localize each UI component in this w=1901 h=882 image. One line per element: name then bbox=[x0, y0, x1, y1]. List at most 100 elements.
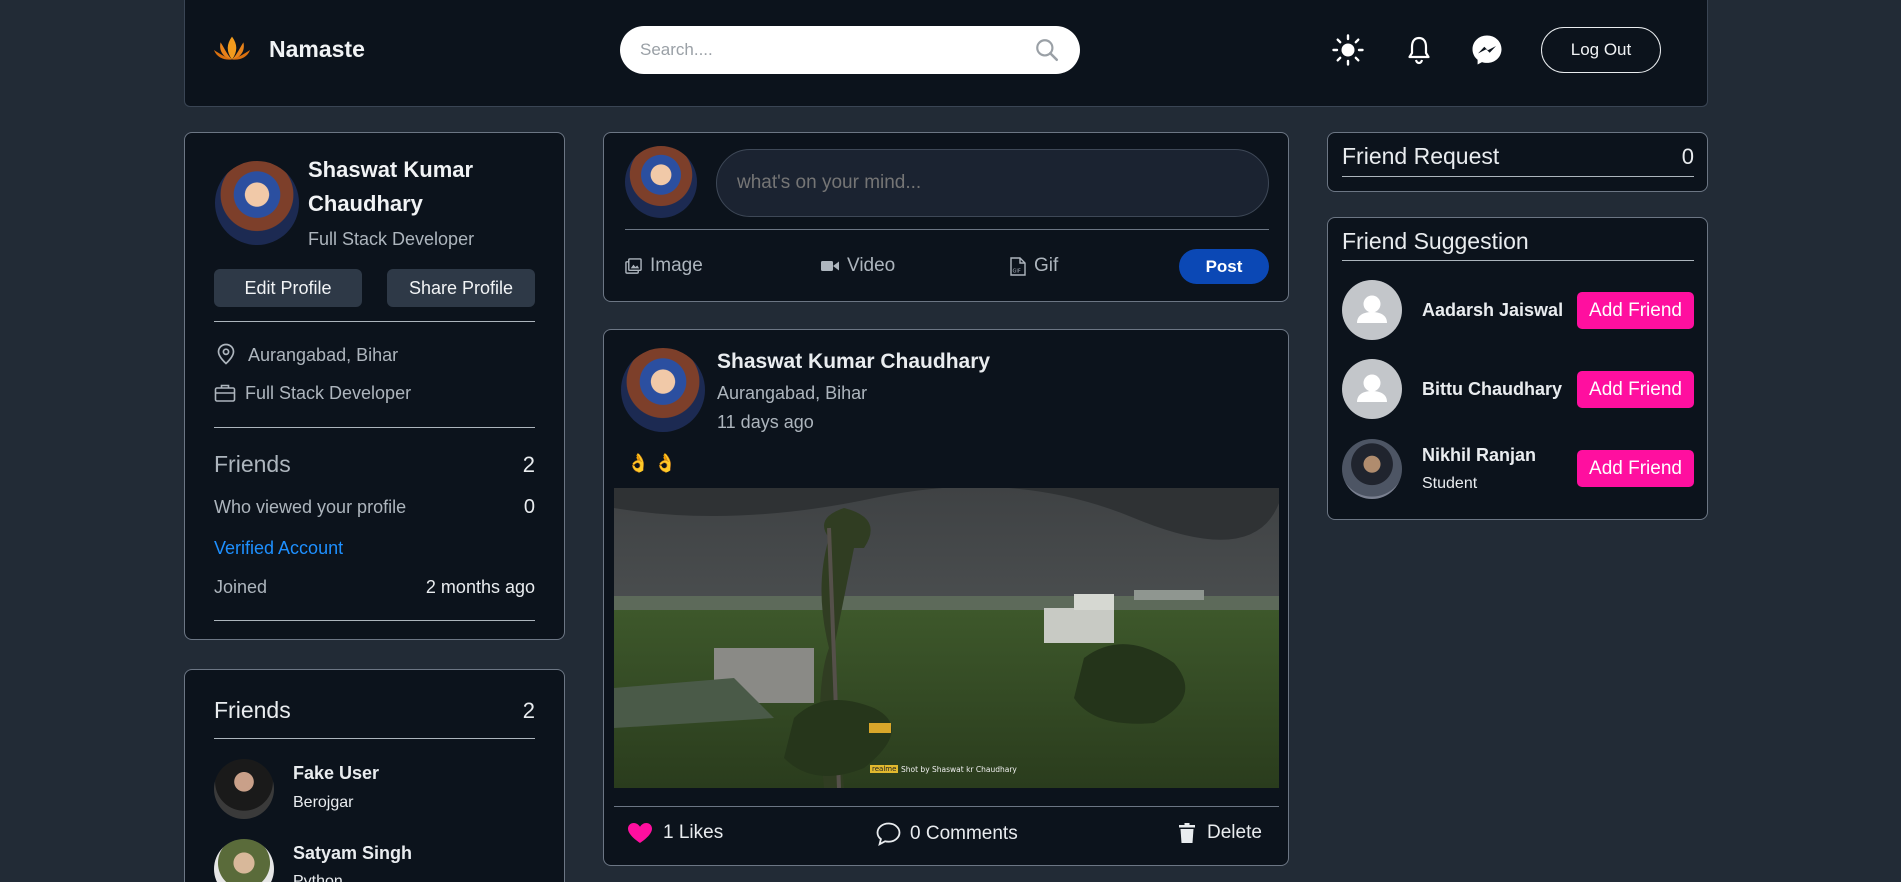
friends-card-header: Friends 2 bbox=[214, 697, 535, 724]
friend-suggestion-title: Friend Suggestion bbox=[1342, 228, 1529, 254]
suggestion-avatar[interactable] bbox=[1342, 359, 1402, 419]
share-profile-button[interactable]: Share Profile bbox=[387, 269, 535, 307]
post-text: 👌 👌 bbox=[627, 453, 677, 473]
top-navbar: Namaste Log Out bbox=[184, 0, 1708, 107]
joined-value: 2 months ago bbox=[425, 577, 535, 597]
divider bbox=[614, 806, 1279, 807]
sun-icon[interactable] bbox=[1332, 34, 1364, 66]
friend-request-title: Friend Request bbox=[1342, 143, 1500, 169]
gif-option[interactable]: GIF Gif bbox=[1010, 255, 1058, 277]
heart-icon bbox=[628, 823, 652, 843]
video-option-label: Video bbox=[847, 255, 896, 276]
gif-file-icon: GIF bbox=[1010, 256, 1026, 276]
profile-views-row: Who viewed your profile 0 bbox=[214, 496, 535, 519]
divider bbox=[214, 738, 535, 739]
user-placeholder-icon bbox=[1357, 295, 1387, 323]
post-composer: Image Video GIF Gif Post bbox=[603, 132, 1289, 302]
messenger-icon[interactable] bbox=[1471, 34, 1503, 66]
divider bbox=[214, 620, 535, 621]
trash-icon bbox=[1179, 823, 1195, 843]
profile-occupation: Full Stack Developer bbox=[245, 383, 412, 403]
friend-avatar[interactable] bbox=[214, 839, 274, 882]
watermark-brand: realme bbox=[870, 765, 899, 773]
suggestion-avatar[interactable] bbox=[1342, 280, 1402, 340]
joined-label: Joined bbox=[214, 577, 268, 597]
post-card: Shaswat Kumar Chaudhary Aurangabad, Biha… bbox=[603, 329, 1289, 866]
post-author-name[interactable]: Shaswat Kumar Chaudhary bbox=[717, 350, 990, 374]
delete-button[interactable]: Delete bbox=[1179, 822, 1262, 844]
profile-views-count: 0 bbox=[523, 496, 535, 518]
friends-stat-count: 2 bbox=[522, 451, 535, 477]
brand[interactable]: Namaste bbox=[213, 34, 365, 64]
search-input[interactable] bbox=[640, 40, 1034, 60]
profile-name-line1: Shaswat Kumar bbox=[308, 157, 474, 182]
post-author-avatar[interactable] bbox=[621, 348, 705, 432]
friend-request-header: Friend Request 0 bbox=[1342, 143, 1694, 170]
comment-button[interactable]: 0 Comments bbox=[876, 822, 1018, 846]
lotus-logo-icon bbox=[213, 36, 251, 60]
friends-stat-label: Friends bbox=[214, 451, 291, 477]
friend-name[interactable]: Satyam Singh bbox=[293, 843, 412, 864]
friend-subtitle: Berojgar bbox=[293, 794, 354, 811]
profile-name-line2: Chaudhary bbox=[308, 191, 423, 216]
comment-icon bbox=[876, 822, 901, 846]
suggestion-name[interactable]: Nikhil Ranjan bbox=[1422, 445, 1536, 466]
location-pin-icon bbox=[217, 343, 235, 365]
friend-request-count: 0 bbox=[1681, 143, 1694, 169]
divider bbox=[625, 229, 1269, 230]
search-icon[interactable] bbox=[1034, 37, 1060, 63]
friend-subtitle: Python bbox=[293, 873, 343, 882]
divider bbox=[214, 427, 535, 428]
verified-account-link[interactable]: Verified Account bbox=[214, 538, 343, 559]
user-placeholder-icon bbox=[1357, 374, 1387, 402]
friend-request-card[interactable]: Friend Request 0 bbox=[1327, 132, 1708, 192]
like-button[interactable]: 1 Likes bbox=[627, 822, 723, 844]
logout-button[interactable]: Log Out bbox=[1541, 27, 1661, 73]
friends-stat-row[interactable]: Friends 2 bbox=[214, 451, 535, 478]
bell-icon[interactable] bbox=[1403, 34, 1435, 66]
friends-card-count: 2 bbox=[522, 697, 535, 723]
add-friend-button[interactable]: Add Friend bbox=[1577, 371, 1694, 408]
profile-title: Full Stack Developer bbox=[308, 229, 475, 249]
landscape-photo bbox=[614, 488, 1279, 788]
video-option[interactable]: Video bbox=[821, 255, 895, 277]
friends-card: Friends 2 Fake User Berojgar Satyam Sing… bbox=[184, 669, 565, 882]
friends-card-title: Friends bbox=[214, 697, 291, 723]
post-photo[interactable]: realme Shot by Shaswat kr Chaudhary bbox=[614, 488, 1279, 788]
video-camera-icon bbox=[821, 261, 839, 271]
composer-avatar bbox=[625, 146, 697, 218]
image-option[interactable]: Image bbox=[625, 255, 703, 277]
profile-location: Aurangabad, Bihar bbox=[248, 345, 399, 365]
divider bbox=[214, 321, 535, 322]
post-button[interactable]: Post bbox=[1179, 249, 1269, 284]
image-option-label: Image bbox=[650, 255, 703, 276]
post-location: Aurangabad, Bihar bbox=[717, 383, 868, 403]
divider bbox=[1342, 260, 1694, 261]
suggestion-name[interactable]: Bittu Chaudhary bbox=[1422, 379, 1562, 400]
add-friend-button[interactable]: Add Friend bbox=[1577, 450, 1694, 487]
profile-card: Shaswat Kumar Chaudhary Full Stack Devel… bbox=[184, 132, 565, 640]
profile-avatar[interactable] bbox=[215, 161, 299, 245]
profile-views-label: Who viewed your profile bbox=[214, 497, 407, 517]
post-time: 11 days ago bbox=[717, 412, 814, 432]
friend-avatar[interactable] bbox=[214, 759, 274, 819]
composer-input[interactable] bbox=[716, 149, 1269, 217]
suggestion-name[interactable]: Aadarsh Jaiswal bbox=[1422, 300, 1563, 321]
divider bbox=[1342, 176, 1694, 177]
edit-profile-button[interactable]: Edit Profile bbox=[214, 269, 362, 307]
add-friend-button[interactable]: Add Friend bbox=[1577, 292, 1694, 329]
delete-label: Delete bbox=[1207, 822, 1262, 843]
image-icon bbox=[625, 257, 642, 274]
watermark-text: Shot by Shaswat kr Chaudhary bbox=[901, 765, 1017, 774]
friend-name[interactable]: Fake User bbox=[293, 763, 379, 784]
gif-option-label: Gif bbox=[1034, 255, 1059, 276]
joined-row: Joined 2 months ago bbox=[214, 577, 535, 598]
svg-text:GIF: GIF bbox=[1013, 268, 1021, 274]
friend-suggestion-card: Friend Suggestion Aadarsh Jaiswal Add Fr… bbox=[1327, 217, 1708, 520]
brand-name: Namaste bbox=[269, 35, 365, 62]
likes-count: 1 Likes bbox=[663, 822, 724, 843]
briefcase-icon bbox=[214, 384, 236, 402]
suggestion-avatar[interactable] bbox=[1342, 439, 1402, 499]
comments-count: 0 Comments bbox=[910, 823, 1018, 844]
suggestion-subtitle: Student bbox=[1422, 475, 1478, 492]
